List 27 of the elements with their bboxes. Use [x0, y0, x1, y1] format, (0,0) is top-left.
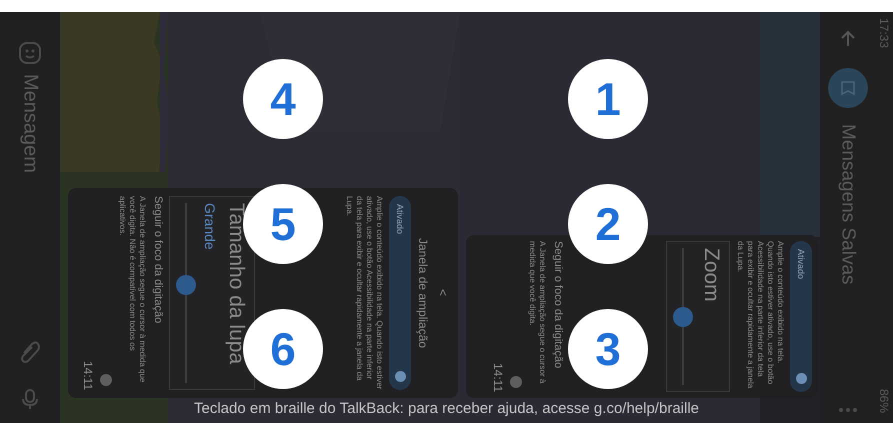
status-time: 17:33 [877, 18, 891, 48]
setting-description: A Janela de ampliação segue o cursor à medida que você digita. [527, 241, 547, 386]
setting-description: A Janela de ampliação segue o cursor à medida que você digita. Não é compatível com todos os aplicativos. [117, 196, 147, 384]
emoji-icon[interactable] [17, 40, 43, 66]
back-button[interactable]: < [436, 289, 450, 296]
dialog-value: Grande [202, 203, 218, 252]
toggle-switch[interactable]: Ativado [389, 196, 411, 390]
screen-title: Janela de ampliação [416, 238, 430, 348]
description-text: Amplie o conteúdo exibido na tela. Quando isto estiver ativado, use o botão Acessibilidade na parte inferior da tela para exibir e ocultar rapidamente a janela da Lupa. [344, 196, 384, 390]
avatar [828, 68, 868, 108]
toggle-switch[interactable] [100, 374, 112, 386]
chat-title: Mensagens Salvas [836, 124, 858, 287]
paperclip-icon[interactable] [19, 339, 41, 365]
help-caption: Teclado em braille do TalkBack: para receber ajuda, acesse g.co/help/braille [194, 400, 699, 417]
message-time: 14:11 [81, 360, 95, 390]
dialog-title: Zoom [699, 248, 723, 304]
setting-title: Seguir o foco da digitação [552, 241, 564, 370]
toggle-switch[interactable] [510, 376, 522, 388]
slider-thumb[interactable] [176, 275, 196, 295]
slider-thumb[interactable] [673, 306, 693, 326]
more-icon[interactable] [838, 407, 858, 413]
back-arrow-icon[interactable] [838, 30, 856, 48]
message-time: 14:11 [491, 362, 505, 392]
setting-title: Seguir o foco da digitação [152, 196, 164, 326]
battery-level: 86% [877, 388, 891, 413]
toggle-switch[interactable]: Ativado [790, 241, 812, 392]
description-text: Amplie o conteúdo exibido na tela. Quando isto estiver ativado, use o botão Acessibilidade na parte inferior da tela para exibir e ocultar rapidamente a janela da Lupa. [735, 241, 785, 390]
